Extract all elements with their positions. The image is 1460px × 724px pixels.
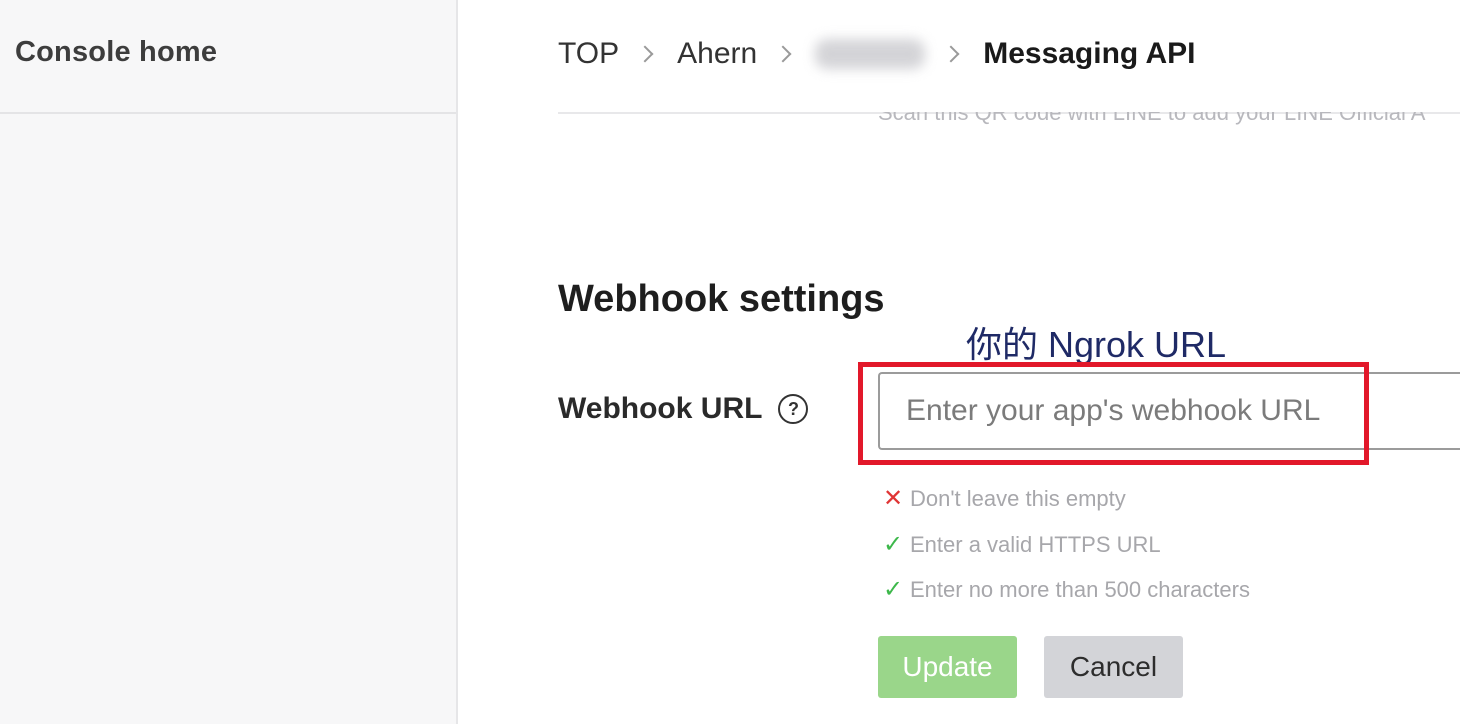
check-icon: ✓ (882, 531, 904, 558)
console-home-link[interactable]: Console home (15, 36, 217, 69)
breadcrumb-top[interactable]: TOP (558, 37, 619, 71)
validation-rule: ✕ Don't leave this empty (882, 484, 1126, 513)
breadcrumb-channel-redacted[interactable] (815, 39, 926, 69)
breadcrumb-provider[interactable]: Ahern (677, 37, 757, 71)
update-button[interactable]: Update (878, 636, 1017, 698)
validation-rule: ✓ Enter no more than 500 characters (882, 575, 1250, 604)
webhook-url-label-text: Webhook URL (558, 392, 763, 425)
webhook-url-label: Webhook URL ? (558, 392, 809, 426)
chevron-right-icon (636, 45, 654, 63)
webhook-url-input[interactable] (878, 372, 1460, 450)
breadcrumb: TOP Ahern Messaging API (558, 30, 1195, 78)
cancel-button[interactable]: Cancel (1044, 636, 1183, 698)
sidebar: Console home (0, 0, 458, 724)
validation-rule: ✓ Enter a valid HTTPS URL (882, 530, 1161, 559)
annotation-label: 你的 Ngrok URL (966, 324, 1227, 365)
chevron-right-icon (942, 45, 960, 63)
validation-rule-text: Don't leave this empty (910, 485, 1126, 511)
breadcrumb-current: Messaging API (983, 37, 1196, 70)
main-content: TOP Ahern Messaging API Scan this QR cod… (458, 0, 1460, 724)
validation-rule-text: Enter no more than 500 characters (910, 576, 1250, 602)
qr-code-description: Scan this QR code with LINE to add your … (878, 100, 1426, 125)
check-icon: ✓ (882, 576, 904, 603)
help-icon[interactable]: ? (778, 394, 809, 424)
chevron-right-icon (774, 45, 792, 63)
section-title: Webhook settings (558, 278, 885, 320)
close-icon: ✕ (882, 485, 904, 512)
validation-rule-text: Enter a valid HTTPS URL (910, 531, 1161, 557)
